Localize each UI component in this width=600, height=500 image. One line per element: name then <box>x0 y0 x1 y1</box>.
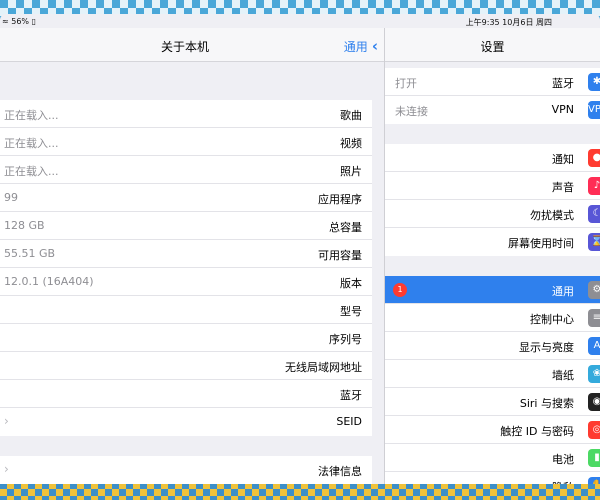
status-right: 上午9:35 10月6日 周四 <box>465 18 552 27</box>
about-row-label: 总容量 <box>329 221 362 234</box>
about-row[interactable]: 序列号 <box>0 324 372 352</box>
chevron-right-icon: › <box>4 462 9 476</box>
sidebar-item-label: 墙纸 <box>552 369 574 382</box>
settings-title: 设置 <box>480 40 505 54</box>
about-row-value: 正在载入... <box>4 165 59 178</box>
about-row-value: 99 <box>4 191 18 204</box>
sidebar-item-label: 通用 <box>552 285 574 298</box>
sidebar-item-value: 打开 <box>395 77 417 90</box>
back-button[interactable]: 通用 ‹ <box>344 37 378 55</box>
sidebar-item[interactable]: ❀ 墙纸 <box>385 360 600 388</box>
gear-icon: ⚙ <box>588 281 600 299</box>
about-row-label: 可用容量 <box>318 249 362 262</box>
sidebar-item-label: 屏幕使用时间 <box>508 237 574 250</box>
control-center-icon: ≡ <box>588 309 600 327</box>
sounds-icon: ♪ <box>588 177 600 195</box>
legal-group: › 法律信息 <box>0 456 372 484</box>
sidebar-item[interactable]: ⚙ 通用 1 <box>385 276 600 304</box>
sidebar-item[interactable]: ☾ 勿扰模式 <box>385 200 600 228</box>
connectivity-group: ✱ 蓝牙 打开 VPN VPN 未连接 <box>385 68 600 124</box>
sidebar-item[interactable]: A 显示与亮度 <box>385 332 600 360</box>
sidebar-item[interactable]: ✱ 蓝牙 打开 <box>385 68 600 96</box>
legal-label: 法律信息 <box>318 465 362 478</box>
about-row-label: 蓝牙 <box>340 389 362 402</box>
sidebar-item-label: 勿扰模式 <box>530 209 574 222</box>
sidebar-item-label: Siri 与搜索 <box>519 397 574 410</box>
notifications-group: ● 通知 ♪ 声音 ☾ 勿扰模式 ⌛ 屏幕使用时间 <box>385 144 600 256</box>
about-row-label: 歌曲 <box>340 109 362 122</box>
notification-badge: 1 <box>393 283 407 297</box>
sidebar-item-label: 蓝牙 <box>552 77 574 90</box>
sidebar-item-label: 触控 ID 与密码 <box>500 425 574 438</box>
about-row-value: 正在载入... <box>4 109 59 122</box>
sidebar-item-label: 显示与亮度 <box>519 341 574 354</box>
status-left: ≈ 56% ▯ <box>2 17 36 26</box>
privacy-icon: ✋ <box>588 477 600 484</box>
sidebar-item[interactable]: ● 通知 <box>385 144 600 172</box>
sidebar-item-label: 电池 <box>552 453 574 466</box>
page-title: 关于本机 <box>160 40 209 54</box>
about-pane: 关于本机 通用 ‹ 歌曲 正在载入... 视频 正在载入... 照片 正在载入... 应用程… <box>0 28 384 484</box>
about-row-label: 无线局域网地址 <box>285 361 362 374</box>
about-info-group: 歌曲 正在载入... 视频 正在载入... 照片 正在载入... 应用程序 99 总容量 128 … <box>0 100 372 436</box>
wallpaper-icon: ❀ <box>588 365 600 383</box>
settings-sidebar: 设置 ✱ 蓝牙 打开 VPN VPN 未连接 ● 通知 ♪ 声音 ☾ 勿扰模式 ⌛ 屏幕使用时间 ⚙ 通用… <box>385 28 600 484</box>
back-label: 通用 <box>343 39 368 54</box>
about-row-value: 12.0.1 (16A404) <box>4 275 94 288</box>
about-row[interactable]: SEID › <box>0 408 372 436</box>
chevron-right-icon: › <box>4 414 9 428</box>
touch-id-icon: ◎ <box>588 421 600 439</box>
about-row[interactable]: 视频 正在载入... <box>0 128 372 156</box>
general-group: ⚙ 通用 1 ≡ 控制中心 A 显示与亮度 ❀ 墙纸 ◉ Siri 与搜索 ◎ 触控 ID 与密码 ▮ 电池… <box>385 276 600 484</box>
wallpaper-bottom <box>0 482 600 500</box>
sidebar-item[interactable]: ⌛ 屏幕使用时间 <box>385 228 600 256</box>
about-row-label: 视频 <box>340 137 362 150</box>
about-row-value: 正在载入... <box>4 137 59 150</box>
sidebar-item-label: 通知 <box>552 153 574 166</box>
do-not-disturb-icon: ☾ <box>588 205 600 223</box>
sidebar-item[interactable]: ✋ 隐私 <box>385 472 600 484</box>
sidebar-item[interactable]: ▮ 电池 <box>385 444 600 472</box>
about-row-label: 型号 <box>340 305 362 318</box>
about-row-label: 序列号 <box>329 333 362 346</box>
about-row[interactable]: 歌曲 正在载入... <box>0 100 372 128</box>
sidebar-item-label: 声音 <box>552 181 574 194</box>
about-row[interactable]: 可用容量 55.51 GB <box>0 240 372 268</box>
about-row[interactable]: 应用程序 99 <box>0 184 372 212</box>
legal-row[interactable]: › 法律信息 <box>0 456 372 484</box>
about-header: 关于本机 通用 ‹ <box>0 28 384 62</box>
about-row-label: 应用程序 <box>318 193 362 206</box>
notifications-icon: ● <box>588 149 600 167</box>
about-row-label: SEID <box>336 415 362 428</box>
sidebar-item-label: VPN <box>551 103 574 116</box>
sidebar-item[interactable]: ♪ 声音 <box>385 172 600 200</box>
sidebar-item-label: 隐私 <box>552 479 574 484</box>
about-row-value: 55.51 GB <box>4 247 56 260</box>
sidebar-item[interactable]: ≡ 控制中心 <box>385 304 600 332</box>
screen-time-icon: ⌛ <box>588 233 600 251</box>
settings-header: 设置 <box>385 28 600 62</box>
about-row-label: 版本 <box>340 277 362 290</box>
chevron-left-icon: ‹ <box>371 37 378 55</box>
about-row[interactable]: 总容量 128 GB <box>0 212 372 240</box>
about-row-value: 128 GB <box>4 219 45 232</box>
about-row[interactable]: 照片 正在载入... <box>0 156 372 184</box>
vpn-icon: VPN <box>588 101 600 119</box>
about-row[interactable]: 型号 <box>0 296 372 324</box>
siri-icon: ◉ <box>588 393 600 411</box>
sidebar-item[interactable]: ◎ 触控 ID 与密码 <box>385 416 600 444</box>
about-row-label: 照片 <box>340 165 362 178</box>
sidebar-item[interactable]: VPN VPN 未连接 <box>385 96 600 124</box>
display-icon: A <box>588 337 600 355</box>
battery-icon: ▮ <box>588 449 600 467</box>
bluetooth-icon: ✱ <box>588 73 600 91</box>
sidebar-item-value: 未连接 <box>395 105 428 118</box>
sidebar-item-label: 控制中心 <box>530 313 574 326</box>
about-row[interactable]: 蓝牙 <box>0 380 372 408</box>
sidebar-item[interactable]: ◉ Siri 与搜索 <box>385 388 600 416</box>
about-row[interactable]: 无线局域网地址 <box>0 352 372 380</box>
settings-screen: ≈ 56% ▯ 上午9:35 10月6日 周四 关于本机 通用 ‹ 歌曲正在载入… <box>0 14 600 484</box>
about-row[interactable]: 版本 12.0.1 (16A404) <box>0 268 372 296</box>
